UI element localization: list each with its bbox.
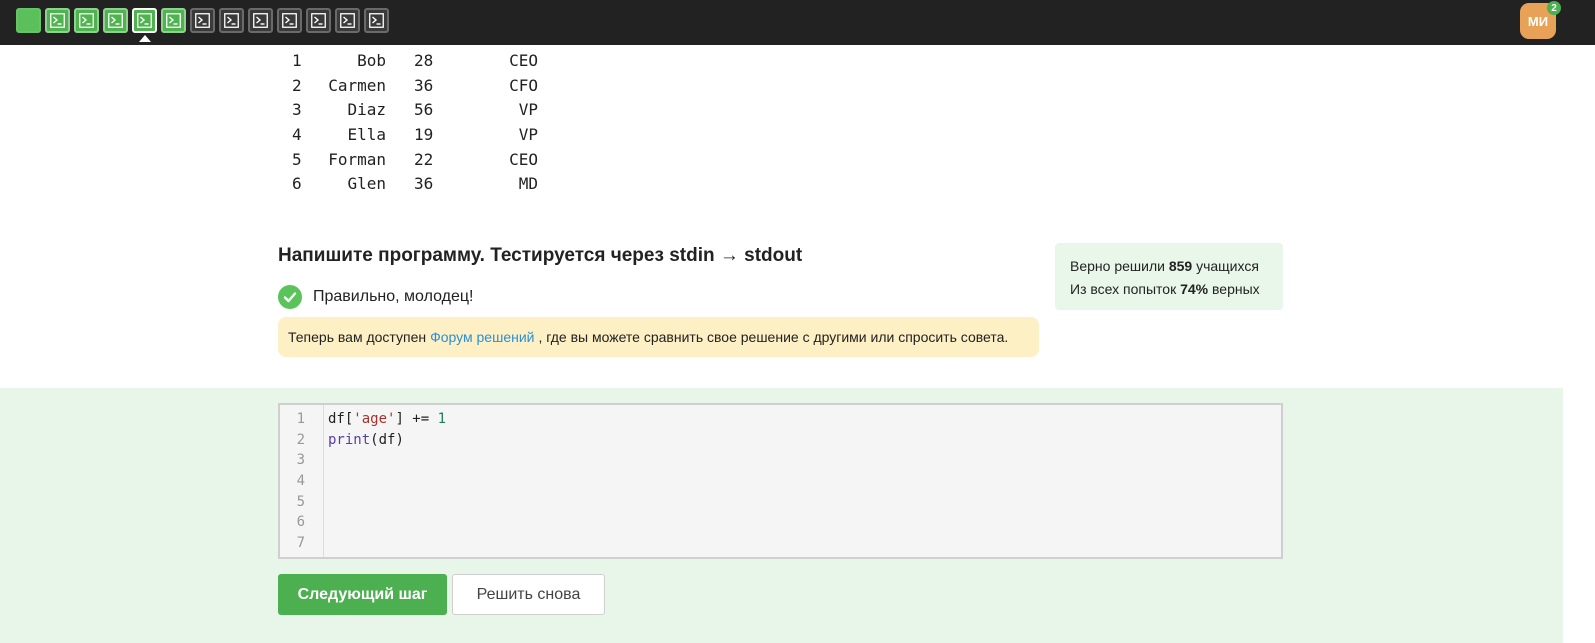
- output-age: 56: [414, 100, 434, 120]
- avatar-initials: МИ: [1527, 13, 1549, 29]
- output-name: Ella: [347, 124, 386, 144]
- output-age: 36: [414, 75, 434, 95]
- terminal-icon: [311, 13, 326, 28]
- next-step-button[interactable]: Следующий шаг: [278, 574, 447, 615]
- output-name: Forman: [328, 149, 386, 169]
- terminal-icon: [50, 13, 65, 28]
- stats-solved-suffix: учащихся: [1196, 258, 1259, 274]
- step-5[interactable]: [132, 8, 157, 42]
- task-title: Напишите программу. Тестируется через st…: [278, 245, 803, 266]
- output-name: Bob: [357, 50, 386, 70]
- stats-panel: Верно решили 859 учащихся Из всех попыто…: [1055, 243, 1283, 310]
- output-row: 2 Carmen 36 CFO: [280, 73, 538, 98]
- notice-text-before: Теперь вам доступен: [288, 329, 427, 345]
- output-age: 28: [414, 50, 434, 70]
- stats-attempts: Из всех попыток 74% верных: [1070, 278, 1268, 301]
- step-1[interactable]: [16, 8, 41, 33]
- line-number-gutter: 1 2 3 4 5 6 7: [280, 405, 324, 557]
- stats-attempts-percent: 74%: [1180, 281, 1209, 297]
- notification-badge: 2: [1547, 1, 1561, 15]
- output-index: 1: [292, 50, 302, 70]
- output-age: 36: [414, 174, 434, 194]
- line-number: 2: [296, 431, 305, 448]
- output-index: 3: [292, 100, 302, 120]
- code-token: ] +=: [395, 411, 438, 427]
- output-age: 19: [414, 124, 434, 144]
- step-6[interactable]: [161, 8, 186, 33]
- code-token-string: 'age': [353, 411, 396, 427]
- step-8[interactable]: [219, 8, 244, 33]
- solve-again-button[interactable]: Решить снова: [452, 574, 605, 615]
- output-position: CEO: [509, 149, 538, 169]
- checkmark-icon: [278, 285, 302, 309]
- stats-solved-prefix: Верно решили: [1070, 258, 1165, 274]
- stats-attempts-suffix: верных: [1212, 281, 1260, 297]
- terminal-icon: [108, 13, 123, 28]
- output-table: 1 Bob 28 CEO 2 Carmen 36 CFO 3 Diaz 56 VP 4 Ella 19 VP 5…: [280, 48, 538, 196]
- code-token-builtin: print: [328, 431, 371, 448]
- output-position: MD: [518, 174, 538, 194]
- output-index: 4: [292, 124, 302, 144]
- step-11[interactable]: [306, 8, 331, 33]
- code-editor[interactable]: 1 2 3 4 5 6 7 df['age'] += 1 print(df): [278, 403, 1283, 559]
- correct-status-text: Правильно, молодец!: [313, 288, 474, 305]
- output-position: CEO: [509, 50, 538, 70]
- terminal-icon: [253, 13, 268, 28]
- code-line-2[interactable]: print(df): [328, 430, 446, 451]
- code-content[interactable]: df['age'] += 1 print(df): [328, 409, 446, 450]
- output-index: 2: [292, 75, 302, 95]
- page-scrollbar[interactable]: [1563, 45, 1595, 643]
- step-13[interactable]: [364, 8, 389, 33]
- output-row: 6 Glen 36 MD: [280, 171, 538, 196]
- terminal-icon: [282, 13, 297, 28]
- output-index: 6: [292, 174, 302, 194]
- line-number: 1: [296, 411, 305, 427]
- output-name: Glen: [347, 174, 386, 194]
- top-navigation-bar: МИ 2: [0, 0, 1595, 45]
- stats-solved: Верно решили 859 учащихся: [1070, 255, 1268, 278]
- code-token: df[: [328, 411, 354, 427]
- step-9[interactable]: [248, 8, 273, 33]
- stats-attempts-prefix: Из всех попыток: [1070, 281, 1177, 297]
- terminal-icon: [340, 13, 355, 28]
- line-number: 3: [296, 452, 305, 469]
- output-row: 4 Ella 19 VP: [280, 122, 538, 147]
- output-age: 22: [414, 149, 434, 169]
- step-10[interactable]: [277, 8, 302, 33]
- step-4[interactable]: [103, 8, 128, 33]
- step-12[interactable]: [335, 8, 360, 33]
- step-3[interactable]: [74, 8, 99, 33]
- terminal-icon: [369, 13, 384, 28]
- terminal-icon: [224, 13, 239, 28]
- code-token-number: 1: [437, 411, 447, 427]
- correct-status: Правильно, молодец!: [278, 285, 473, 309]
- stats-solved-count: 859: [1168, 258, 1193, 274]
- output-position: VP: [518, 100, 538, 120]
- terminal-icon: [166, 13, 181, 28]
- code-line-1[interactable]: df['age'] += 1: [328, 409, 446, 430]
- line-number: 6: [296, 514, 305, 531]
- step-7[interactable]: [190, 8, 215, 33]
- output-row: 3 Diaz 56 VP: [280, 97, 538, 122]
- forum-link[interactable]: Форум решений: [430, 329, 534, 345]
- line-number: 5: [296, 493, 305, 510]
- output-name: Carmen: [328, 75, 386, 95]
- output-row: 5 Forman 22 CEO: [280, 147, 538, 172]
- code-token: (df): [370, 431, 404, 448]
- notification-count: 2: [1551, 2, 1557, 14]
- terminal-icon: [195, 13, 210, 28]
- step-navigation: [16, 8, 393, 42]
- forum-notice: Теперь вам доступен Форум решений , где …: [278, 317, 1039, 357]
- line-number: 7: [296, 535, 305, 552]
- output-row: 1 Bob 28 CEO: [280, 48, 538, 73]
- terminal-icon: [137, 13, 152, 28]
- output-name: Diaz: [347, 100, 386, 120]
- output-index: 5: [292, 149, 302, 169]
- output-position: CFO: [509, 75, 538, 95]
- step-2[interactable]: [45, 8, 70, 33]
- output-position: VP: [518, 124, 538, 144]
- line-number: 4: [296, 473, 305, 490]
- notice-text-after: , где вы можете сравнить свое решение с …: [538, 329, 1009, 345]
- terminal-icon: [79, 13, 94, 28]
